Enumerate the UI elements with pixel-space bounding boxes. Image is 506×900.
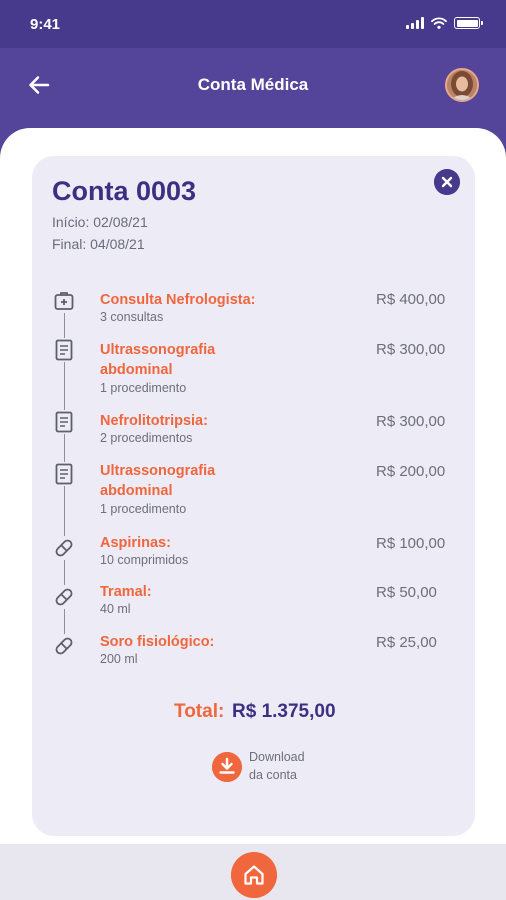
battery-icon — [454, 17, 483, 29]
item-price: R$ 50,00 — [376, 584, 437, 601]
total-label: Total: — [174, 701, 225, 722]
medical-kit-icon — [52, 289, 76, 313]
status-time: 9:41 — [30, 16, 61, 33]
close-icon[interactable] — [434, 169, 460, 195]
item-price: R$ 300,00 — [376, 341, 446, 358]
item-name-line: abdominal — [100, 483, 173, 499]
item-name-line: abdominal — [100, 362, 173, 378]
item-price: R$ 25,00 — [376, 634, 437, 651]
download-label: Download da conta — [249, 748, 305, 784]
document-icon — [52, 410, 76, 434]
item-quantity: 3 consultas — [100, 310, 164, 324]
user-photo-icon — [447, 70, 477, 100]
item-quantity: 1 procedimento — [100, 381, 187, 395]
item-price: R$ 200,00 — [376, 463, 446, 480]
item-name-line: Ultrassonografia — [100, 342, 216, 358]
pill-icon — [52, 634, 76, 658]
item-quantity: 10 comprimidos — [100, 553, 189, 567]
item-name: Ultrassonografia abdominal — [100, 340, 280, 380]
item-price: R$ 100,00 — [376, 535, 446, 552]
wifi-icon — [431, 17, 447, 29]
avatar[interactable] — [445, 68, 479, 102]
document-icon — [52, 338, 76, 362]
start-date: Início: 02/08/21 — [52, 214, 148, 230]
document-icon — [52, 462, 76, 486]
item-name: Aspirinas: — [100, 533, 280, 553]
item-name-line: Ultrassonografia — [100, 463, 216, 479]
item-name: Ultrassonografia abdominal — [100, 461, 280, 501]
status-icons — [406, 17, 483, 29]
total-value: R$ 1.375,00 — [232, 701, 336, 722]
item-price: R$ 400,00 — [376, 291, 446, 308]
pill-icon — [52, 585, 76, 609]
signal-icon — [406, 17, 424, 29]
item-price: R$ 300,00 — [376, 413, 446, 430]
item-name: Soro fisiológico: — [100, 632, 280, 652]
bill-title: Conta 0003 — [52, 176, 197, 206]
item-name-line: Soro fisiológico: — [100, 634, 215, 650]
bill-card: Conta 0003 Início: 02/08/21 Final: 04/08… — [32, 156, 475, 836]
item-quantity: 2 procedimentos — [100, 431, 193, 445]
item-name-line: Nefrolitotripsia: — [100, 413, 208, 429]
item-name-line: Tramal: — [100, 584, 152, 600]
download-label-line: da conta — [249, 768, 297, 782]
home-icon[interactable] — [231, 852, 277, 898]
item-name-line: Consulta Nefrologista: — [100, 292, 256, 308]
item-quantity: 200 ml — [100, 652, 138, 666]
item-name: Tramal: — [100, 582, 280, 602]
download-bill-button[interactable]: Download da conta — [212, 746, 322, 786]
end-date: Final: 04/08/21 — [52, 236, 145, 252]
download-label-line: Download — [249, 750, 305, 764]
pill-icon — [52, 536, 76, 560]
item-quantity: 1 procedimento — [100, 502, 187, 516]
item-name-line: Aspirinas: — [100, 535, 171, 551]
item-quantity: 40 ml — [100, 602, 131, 616]
item-name: Consulta Nefrologista: — [100, 290, 280, 310]
item-name: Nefrolitotripsia: — [100, 411, 280, 431]
page-title: Conta Médica — [197, 75, 309, 94]
download-icon — [212, 752, 242, 782]
status-bar: 9:41 — [0, 0, 506, 48]
